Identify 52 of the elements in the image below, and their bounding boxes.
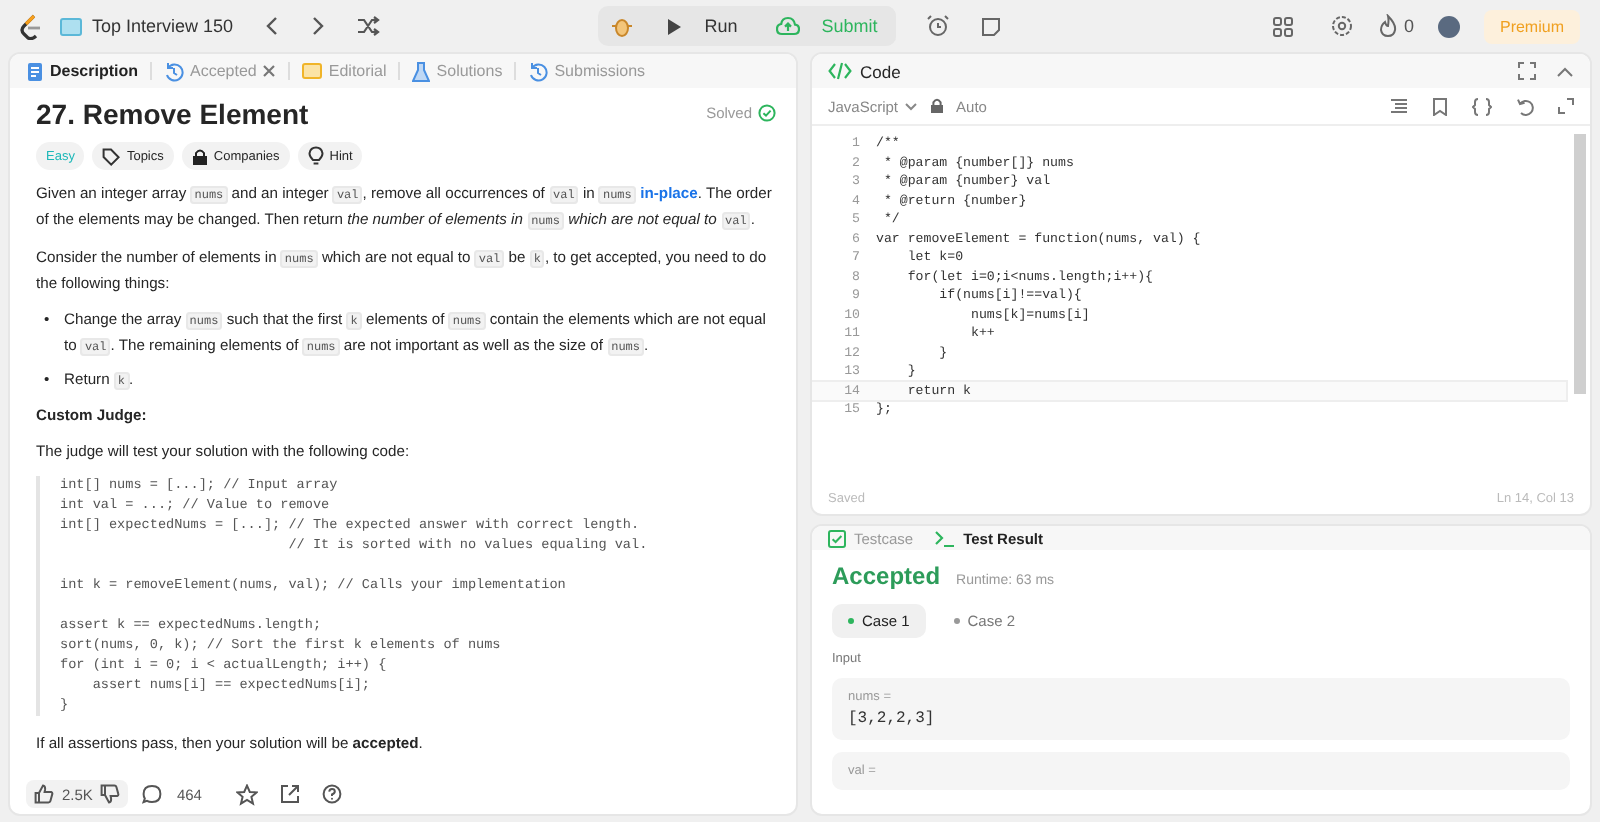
lightbulb-icon	[307, 146, 324, 166]
history-icon	[528, 61, 549, 81]
expand-icon[interactable]	[1558, 98, 1574, 114]
format-icon[interactable]	[1390, 98, 1408, 114]
history-icon	[164, 61, 185, 81]
problem-title: 27. Remove Element	[36, 98, 309, 130]
star-icon[interactable]	[235, 783, 258, 805]
panel-title: Code	[860, 61, 901, 81]
maximize-icon[interactable]	[1518, 62, 1536, 80]
problem-list-title[interactable]: Top Interview 150	[92, 16, 234, 36]
alarm-clock-icon[interactable]	[925, 14, 950, 38]
streak-count: 0	[1403, 16, 1414, 36]
checkbox-icon	[828, 529, 846, 547]
check-circle-icon	[758, 103, 776, 121]
description-tab[interactable]: Editorial	[298, 62, 391, 80]
cloud-upload-icon	[775, 16, 800, 36]
grid-icon[interactable]	[1271, 15, 1294, 37]
description-tab[interactable]: Submissions	[524, 61, 650, 81]
braces-icon[interactable]	[1472, 97, 1492, 115]
help-icon[interactable]	[321, 784, 342, 804]
flask-icon	[412, 61, 431, 81]
next-icon[interactable]	[309, 16, 326, 36]
tag-icon	[102, 147, 121, 165]
thumbs-down-icon[interactable]	[100, 784, 121, 804]
settings-icon[interactable]	[1329, 14, 1354, 38]
list-icon	[60, 17, 82, 35]
thumbs-up-icon[interactable]	[34, 784, 54, 804]
verdict-text: Accepted	[832, 562, 941, 590]
chevron-down-icon	[904, 101, 919, 111]
previous-icon[interactable]	[263, 16, 280, 36]
bookmark-icon[interactable]	[1432, 97, 1448, 115]
note-icon[interactable]	[979, 15, 1002, 37]
document-icon	[26, 61, 44, 81]
shuffle-icon[interactable]	[355, 16, 380, 36]
logo-icon[interactable]	[20, 13, 42, 39]
code-icon	[828, 62, 852, 80]
terminal-icon	[933, 529, 956, 547]
description-tab[interactable]: Description	[22, 61, 143, 81]
flame-icon[interactable]	[1377, 14, 1398, 38]
description-tab[interactable]: Accepted	[160, 61, 281, 81]
undo-icon[interactable]	[1516, 97, 1534, 115]
avatar[interactable]	[1437, 15, 1460, 37]
comment-icon[interactable]	[142, 784, 163, 804]
share-icon[interactable]	[279, 784, 300, 804]
close-icon[interactable]	[262, 64, 277, 78]
input-value: [3,2,2,3]	[848, 710, 937, 728]
description-tab[interactable]: Solutions	[408, 61, 507, 81]
lock-icon	[191, 147, 208, 165]
lock-icon	[930, 98, 945, 114]
collapse-icon[interactable]	[1556, 65, 1574, 77]
play-icon	[666, 17, 683, 35]
book-icon	[302, 62, 323, 80]
